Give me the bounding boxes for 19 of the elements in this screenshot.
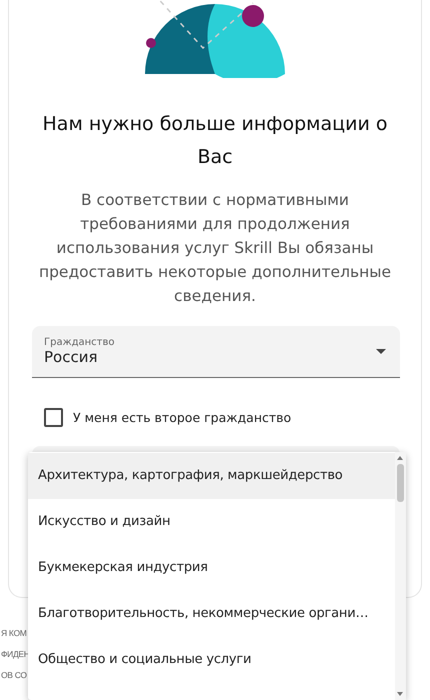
menu-item[interactable]: Архитектура, картография, маркшейдерство (28, 453, 395, 499)
citizenship-select[interactable]: Гражданство Россия (32, 326, 400, 378)
page-title: Нам нужно больше информации о Вас (42, 112, 388, 170)
menu-item[interactable]: Искусство и дизайн (28, 499, 395, 545)
caret-icon (376, 349, 386, 354)
field-label: Гражданство (44, 337, 114, 348)
footer-text: ОВ СО (1, 669, 27, 682)
scrollbar-thumb[interactable] (397, 464, 404, 502)
field-value: Россия (44, 348, 98, 366)
description-text: В соответствии с нормативными требованиями для продолжения использования услуг Skrill Вы обязаны предоставить некоторые дополнительные сведения. (38, 190, 392, 307)
scroll-up-icon[interactable] (397, 456, 403, 460)
checkbox[interactable] (44, 408, 63, 427)
checkbox-label: У меня есть второе гражданство (73, 410, 292, 425)
footer-text: Я КОМ (1, 627, 27, 640)
scroll-down-icon[interactable] (397, 692, 403, 696)
menu-item[interactable]: Букмекерская индустрия (28, 545, 395, 591)
menu-item[interactable]: Общество и социальные услуги (28, 637, 395, 683)
scrollbar[interactable] (395, 452, 406, 700)
menu-item[interactable]: Благотворительность, некоммерческие органи… (28, 591, 395, 637)
